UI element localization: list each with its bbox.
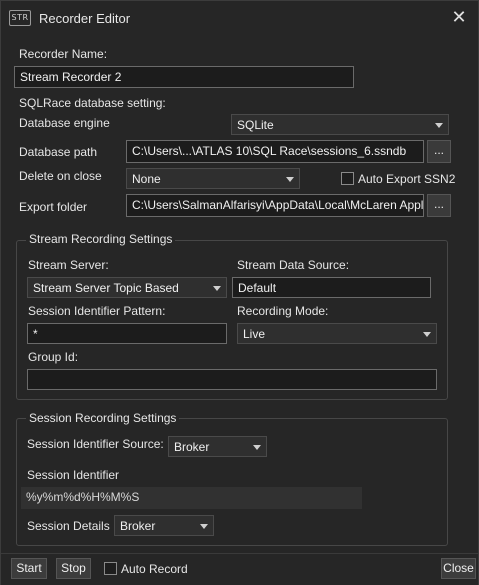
recorder-editor-window: STR Recorder Editor ✕ Recorder Name: Str… xyxy=(0,0,479,585)
chevron-down-icon xyxy=(286,177,294,182)
session-recording-group-title: Session Recording Settings xyxy=(26,411,180,425)
stream-recording-group-title: Stream Recording Settings xyxy=(26,232,176,246)
session-identifier-source-label: Session Identifier Source: xyxy=(27,437,164,451)
chevron-down-icon xyxy=(423,332,431,337)
recorder-name-input[interactable]: Stream Recorder 2 xyxy=(14,66,354,88)
session-identifier-pattern-label: Session Identifier Pattern: xyxy=(28,304,166,318)
export-folder-browse-button[interactable]: ... xyxy=(427,194,451,217)
window-title: Recorder Editor xyxy=(39,11,131,26)
session-identifier-pattern-input[interactable]: * xyxy=(27,323,227,344)
stream-server-value: Stream Server Topic Based xyxy=(33,281,179,295)
recorder-name-label: Recorder Name: xyxy=(19,47,108,61)
sqlrace-section-label: SQLRace database setting: xyxy=(19,96,166,110)
recording-mode-select[interactable]: Live xyxy=(237,323,437,344)
close-button[interactable]: Close xyxy=(441,558,476,579)
auto-export-ssn2-checkbox[interactable] xyxy=(341,172,354,185)
chevron-down-icon xyxy=(253,445,261,450)
session-identifier-value: %y%m%d%H%M%S xyxy=(21,487,362,509)
session-details-select[interactable]: Broker xyxy=(114,515,214,536)
auto-record-checkbox[interactable] xyxy=(104,562,117,575)
delete-on-close-select[interactable]: None xyxy=(126,168,300,189)
database-path-browse-button[interactable]: ... xyxy=(427,140,451,163)
group-id-label: Group Id: xyxy=(28,350,79,364)
chevron-down-icon xyxy=(213,286,221,291)
database-engine-select[interactable]: SQLite xyxy=(231,114,449,135)
app-icon: STR xyxy=(9,10,31,26)
database-path-label: Database path xyxy=(19,145,98,159)
export-folder-label: Export folder xyxy=(19,200,88,214)
recording-mode-value: Live xyxy=(243,327,266,341)
chevron-down-icon xyxy=(200,524,208,529)
auto-record-label: Auto Record xyxy=(121,562,188,576)
session-identifier-label: Session Identifier xyxy=(27,468,120,482)
database-path-input[interactable]: C:\Users\...\ATLAS 10\SQL Race\sessions_… xyxy=(126,140,424,163)
start-button[interactable]: Start xyxy=(11,558,47,579)
stream-server-label: Stream Server: xyxy=(28,258,109,272)
delete-on-close-label: Delete on close xyxy=(19,169,102,183)
auto-export-ssn2-label: Auto Export SSN2 xyxy=(358,172,456,186)
session-details-value: Broker xyxy=(120,519,156,533)
database-engine-value: SQLite xyxy=(237,118,274,132)
stream-data-source-input[interactable]: Default xyxy=(232,277,431,298)
stop-button[interactable]: Stop xyxy=(56,558,91,579)
close-icon[interactable]: ✕ xyxy=(448,6,470,28)
group-id-input[interactable] xyxy=(27,369,437,390)
stream-data-source-label: Stream Data Source: xyxy=(237,258,350,272)
database-engine-label: Database engine xyxy=(19,116,110,130)
stream-server-select[interactable]: Stream Server Topic Based xyxy=(27,277,227,298)
delete-on-close-value: None xyxy=(132,172,161,186)
session-identifier-source-select[interactable]: Broker xyxy=(168,436,267,457)
chevron-down-icon xyxy=(435,123,443,128)
session-identifier-source-value: Broker xyxy=(174,440,210,454)
export-folder-input[interactable]: C:\Users\SalmanAlfarisyi\AppData\Local\M… xyxy=(126,194,424,217)
recording-mode-label: Recording Mode: xyxy=(237,304,329,318)
session-details-label: Session Details xyxy=(27,519,110,533)
